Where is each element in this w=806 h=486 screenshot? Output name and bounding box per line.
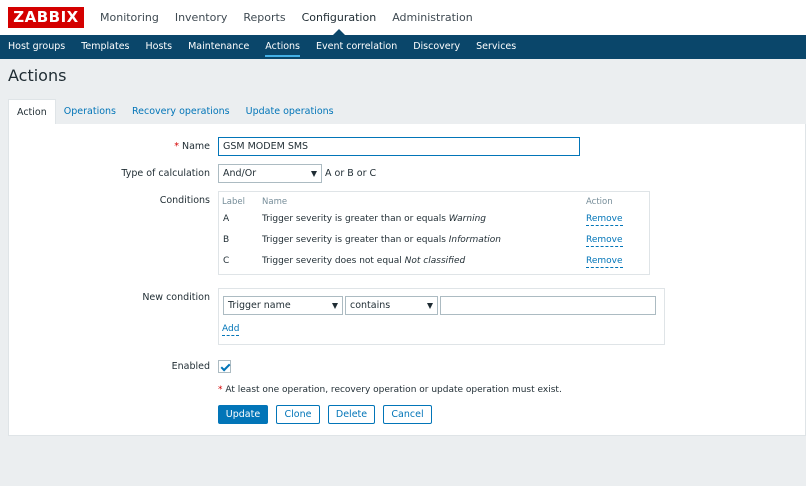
chevron-down-icon: [311, 171, 317, 177]
calc-select-value: And/Or: [223, 168, 257, 179]
condition-value-input[interactable]: [440, 296, 656, 315]
name-input[interactable]: GSM MODEM SMS: [218, 137, 580, 156]
required-mark: *: [174, 141, 179, 152]
enabled-label: Enabled: [171, 361, 210, 372]
conditions-table: Label Name Action A Trigger severity is …: [218, 191, 650, 275]
update-button[interactable]: Update: [218, 405, 268, 424]
condition-type-select[interactable]: Trigger name: [223, 296, 343, 315]
col-name: Name: [262, 197, 288, 207]
condition-type-value: Trigger name: [228, 300, 291, 311]
calc-select[interactable]: And/Or: [218, 164, 322, 183]
condition-label: B: [223, 235, 230, 245]
page-title: Actions: [8, 66, 67, 85]
required-note: * At least one operation, recovery opera…: [218, 385, 562, 395]
subnav-services[interactable]: Services: [476, 35, 516, 59]
cancel-button[interactable]: Cancel: [383, 405, 432, 424]
condition-operator-value: contains: [350, 300, 391, 311]
condition-name: Trigger severity is greater than or equa…: [262, 214, 486, 224]
required-mark: *: [218, 385, 223, 395]
zabbix-logo[interactable]: ZABBIX: [8, 7, 84, 28]
subnav-discovery[interactable]: Discovery: [413, 35, 460, 59]
name-label: * Name: [10, 141, 210, 152]
subnav-actions[interactable]: Actions: [265, 35, 300, 59]
chevron-down-icon: [332, 303, 338, 309]
condition-label: C: [223, 256, 230, 266]
subnav-hosts[interactable]: Hosts: [146, 35, 173, 59]
main-nav: Monitoring Inventory Reports Configurati…: [100, 0, 489, 35]
chevron-down-icon: [427, 303, 433, 309]
remove-condition-b-link[interactable]: Remove: [586, 235, 623, 247]
tab-update-operations[interactable]: Update operations: [238, 99, 342, 124]
nav-inventory[interactable]: Inventory: [175, 0, 228, 35]
subnav-maintenance[interactable]: Maintenance: [188, 35, 249, 59]
nav-monitoring[interactable]: Monitoring: [100, 0, 159, 35]
form-tabs: Action Operations Recovery operations Up…: [8, 99, 806, 125]
clone-button[interactable]: Clone: [276, 405, 320, 424]
nav-reports[interactable]: Reports: [243, 0, 285, 35]
required-note-text: At least one operation, recovery operati…: [225, 385, 562, 395]
condition-label: A: [223, 214, 230, 224]
subnav-templates[interactable]: Templates: [81, 35, 129, 59]
add-condition-link[interactable]: Add: [222, 324, 240, 336]
nav-administration[interactable]: Administration: [392, 0, 473, 35]
remove-condition-c-link[interactable]: Remove: [586, 256, 623, 268]
delete-button[interactable]: Delete: [328, 405, 375, 424]
name-label-text: Name: [181, 141, 210, 152]
conditions-label: Conditions: [159, 195, 210, 206]
calc-formula: A or B or C: [325, 168, 377, 179]
sub-nav: Host groups Templates Hosts Maintenance …: [0, 35, 806, 59]
nav-configuration[interactable]: Configuration: [302, 0, 376, 35]
condition-operator-select[interactable]: contains: [345, 296, 438, 315]
tab-action[interactable]: Action: [8, 99, 56, 125]
condition-name: Trigger severity is greater than or equa…: [262, 235, 502, 245]
remove-condition-a-link[interactable]: Remove: [586, 214, 623, 226]
tab-operations[interactable]: Operations: [56, 99, 124, 124]
col-action: Action: [586, 197, 613, 207]
new-condition-label: New condition: [142, 292, 210, 303]
calc-label: Type of calculation: [121, 168, 210, 179]
enabled-checkbox[interactable]: [218, 360, 231, 373]
col-label: Label: [222, 197, 245, 207]
subnav-event-correlation[interactable]: Event correlation: [316, 35, 397, 59]
top-bar: ZABBIX Monitoring Inventory Reports Conf…: [0, 0, 806, 35]
tab-recovery-operations[interactable]: Recovery operations: [124, 99, 238, 124]
subnav-host-groups[interactable]: Host groups: [8, 35, 65, 59]
condition-name: Trigger severity does not equal Not clas…: [262, 256, 466, 266]
